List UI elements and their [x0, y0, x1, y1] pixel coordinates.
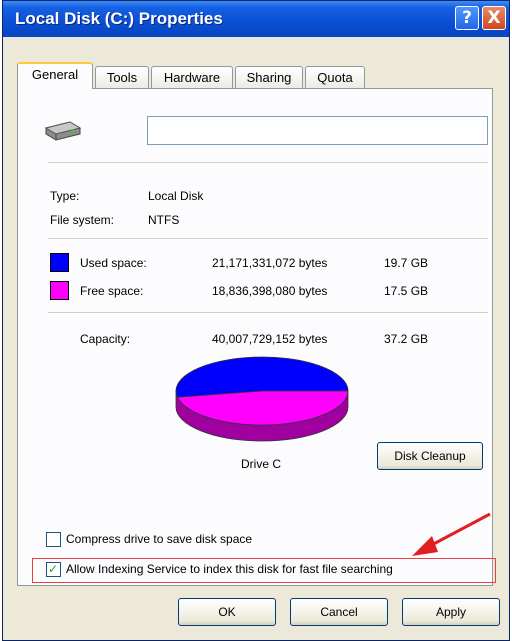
used-space-size: 19.7 GB [384, 256, 429, 270]
capacity-bytes: 40,007,729,152 bytes [212, 332, 328, 346]
separator [48, 238, 488, 239]
separator [48, 312, 488, 313]
type-label: Type: [50, 189, 80, 203]
used-space-bytes: 21,171,331,072 bytes [212, 256, 328, 270]
ok-button[interactable]: OK [178, 598, 276, 626]
free-space-swatch [50, 281, 69, 300]
checkmark-icon: ✓ [48, 562, 59, 576]
used-space-label: Used space: [80, 256, 147, 270]
tab-sharing[interactable]: Sharing [235, 66, 303, 88]
cancel-button[interactable]: Cancel [290, 598, 388, 626]
indexing-checkbox[interactable]: ✓ [46, 562, 61, 577]
tab-hardware[interactable]: Hardware [151, 66, 233, 88]
free-space-bytes: 18,836,398,080 bytes [212, 284, 328, 298]
free-space-label: Free space: [80, 284, 144, 298]
free-space-size: 17.5 GB [384, 284, 429, 298]
red-arrow-icon [412, 512, 491, 556]
hard-drive-icon [44, 121, 82, 141]
close-button[interactable]: X [482, 6, 506, 30]
disk-cleanup-button[interactable]: Disk Cleanup [377, 442, 483, 470]
tab-tools[interactable]: Tools [95, 66, 149, 88]
drive-name-field[interactable] [147, 116, 488, 145]
indexing-label: Allow Indexing Service to index this dis… [66, 562, 393, 576]
tab-general[interactable]: General [17, 62, 93, 89]
used-space-swatch [50, 253, 69, 272]
compress-checkbox[interactable] [46, 532, 61, 547]
separator [48, 162, 488, 163]
capacity-size: 37.2 GB [384, 332, 429, 346]
disk-usage-pie-chart [175, 356, 349, 442]
file-system-value: NTFS [148, 213, 180, 227]
file-system-label: File system: [50, 213, 115, 227]
apply-button[interactable]: Apply [402, 598, 500, 626]
compress-label: Compress drive to save disk space [66, 532, 253, 546]
help-button[interactable]: ? [455, 6, 479, 30]
capacity-label: Capacity: [80, 332, 131, 346]
type-value: Local Disk [148, 189, 204, 203]
title-bar[interactable]: Local Disk (C:) Properties ? X [3, 1, 509, 37]
tab-quota[interactable]: Quota [305, 66, 365, 88]
drive-label: Drive C [241, 457, 282, 471]
window-title: Local Disk (C:) Properties [15, 9, 223, 28]
